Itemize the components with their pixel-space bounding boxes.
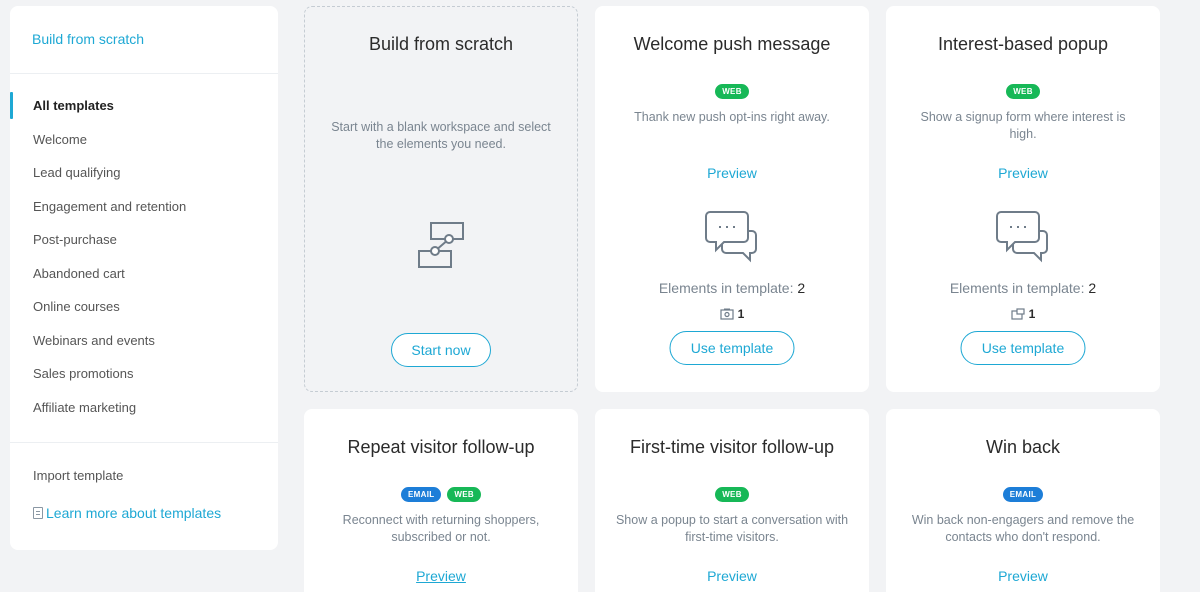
email-badge: EMAIL bbox=[401, 487, 442, 502]
sidebar-nav: All templates Welcome Lead qualifying En… bbox=[10, 74, 278, 431]
channel-badges: EMAIL bbox=[886, 487, 1160, 502]
template-card-build-from-scratch: Build from scratch Start with a blank wo… bbox=[304, 6, 578, 392]
elements-in-template: Elements in template: 2 bbox=[595, 280, 869, 296]
web-badge: WEB bbox=[715, 487, 749, 502]
web-badge: WEB bbox=[1006, 84, 1040, 99]
sidebar-item-online-courses[interactable]: Online courses bbox=[10, 297, 278, 331]
learn-more-label: Learn more about templates bbox=[46, 505, 222, 521]
use-template-button[interactable]: Use template bbox=[669, 331, 795, 365]
card-description: Reconnect with returning shoppers, subsc… bbox=[342, 513, 540, 544]
sidebar-header: Build from scratch bbox=[10, 6, 278, 74]
start-now-button[interactable]: Start now bbox=[391, 333, 491, 367]
sidebar-item-sales-promotions[interactable]: Sales promotions bbox=[10, 364, 278, 398]
email-badge: EMAIL bbox=[1002, 487, 1044, 502]
channel-badges: WEB bbox=[886, 84, 1160, 99]
sidebar-item-engagement-retention[interactable]: Engagement and retention bbox=[10, 197, 278, 231]
template-card-welcome-push: Welcome push message WEB Thank new push … bbox=[595, 6, 869, 392]
sidebar-item-all-templates[interactable]: All templates bbox=[10, 92, 278, 130]
card-title: Welcome push message bbox=[633, 34, 831, 54]
card-title: Build from scratch bbox=[368, 34, 514, 54]
template-card-first-time-visitor: First-time visitor follow-up WEB Show a … bbox=[595, 409, 869, 592]
popup-icon bbox=[1011, 308, 1025, 320]
preview-link[interactable]: Preview bbox=[595, 568, 869, 584]
chat-bubbles-icon bbox=[996, 211, 1048, 263]
elements-in-template: Elements in template: 2 bbox=[886, 280, 1160, 296]
element-count-value: 1 bbox=[1028, 307, 1036, 321]
sidebar-item-post-purchase[interactable]: Post-purchase bbox=[10, 230, 278, 264]
card-description: Show a signup form where interest is hig… bbox=[920, 110, 1126, 141]
template-card-repeat-visitor: Repeat visitor follow-up EMAIL WEB Recon… bbox=[304, 409, 578, 592]
elements-count: 2 bbox=[1088, 280, 1097, 296]
sidebar-item-welcome[interactable]: Welcome bbox=[10, 130, 278, 164]
preview-link[interactable]: Preview bbox=[886, 165, 1160, 181]
chat-bubbles-icon bbox=[705, 211, 757, 263]
web-badge: WEB bbox=[447, 487, 481, 502]
import-template-link[interactable]: Import template bbox=[33, 468, 278, 483]
preview-label: Preview bbox=[416, 568, 466, 584]
build-from-scratch-link[interactable]: Build from scratch bbox=[32, 31, 144, 47]
element-type-count: 1 bbox=[886, 307, 1160, 321]
elements-count: 2 bbox=[797, 280, 806, 296]
push-notification-icon bbox=[720, 308, 734, 320]
sidebar-item-webinars-events[interactable]: Webinars and events bbox=[10, 331, 278, 365]
template-card-win-back: Win back EMAIL Win back non-engagers and… bbox=[886, 409, 1160, 592]
sidebar-item-affiliate-marketing[interactable]: Affiliate marketing bbox=[10, 398, 278, 432]
element-count-value: 1 bbox=[737, 307, 745, 321]
preview-link[interactable]: Preview bbox=[304, 568, 578, 584]
card-description: Start with a blank workspace and select … bbox=[331, 120, 551, 151]
card-description: Win back non-engagers and remove the con… bbox=[911, 513, 1135, 544]
channel-badges: WEB bbox=[595, 84, 869, 99]
elements-label: Elements in template: bbox=[658, 280, 794, 296]
channel-badges: WEB bbox=[595, 487, 869, 502]
card-description: Thank new push opt-ins right away. bbox=[634, 110, 830, 124]
sidebar-item-abandoned-cart[interactable]: Abandoned cart bbox=[10, 264, 278, 298]
use-template-button[interactable]: Use template bbox=[960, 331, 1086, 365]
sidebar-item-lead-qualifying[interactable]: Lead qualifying bbox=[10, 163, 278, 197]
learn-more-link[interactable]: Learn more about templates bbox=[33, 505, 278, 521]
sidebar: Build from scratch All templates Welcome… bbox=[10, 6, 278, 550]
card-title: First-time visitor follow-up bbox=[629, 437, 835, 457]
card-title: Interest-based popup bbox=[937, 34, 1109, 54]
web-badge: WEB bbox=[715, 84, 749, 99]
sidebar-footer: Import template Learn more about templat… bbox=[10, 442, 278, 521]
card-title: Repeat visitor follow-up bbox=[347, 437, 535, 457]
preview-link[interactable]: Preview bbox=[886, 568, 1160, 584]
channel-badges: EMAIL WEB bbox=[304, 487, 578, 502]
element-type-count: 1 bbox=[595, 307, 869, 321]
card-title: Win back bbox=[985, 437, 1061, 457]
template-card-interest-popup: Interest-based popup WEB Show a signup f… bbox=[886, 6, 1160, 392]
preview-link[interactable]: Preview bbox=[595, 165, 869, 181]
elements-label: Elements in template: bbox=[949, 280, 1085, 296]
workflow-icon bbox=[418, 222, 464, 268]
card-description: Show a popup to start a conversation wit… bbox=[615, 513, 849, 544]
document-icon bbox=[33, 507, 43, 519]
